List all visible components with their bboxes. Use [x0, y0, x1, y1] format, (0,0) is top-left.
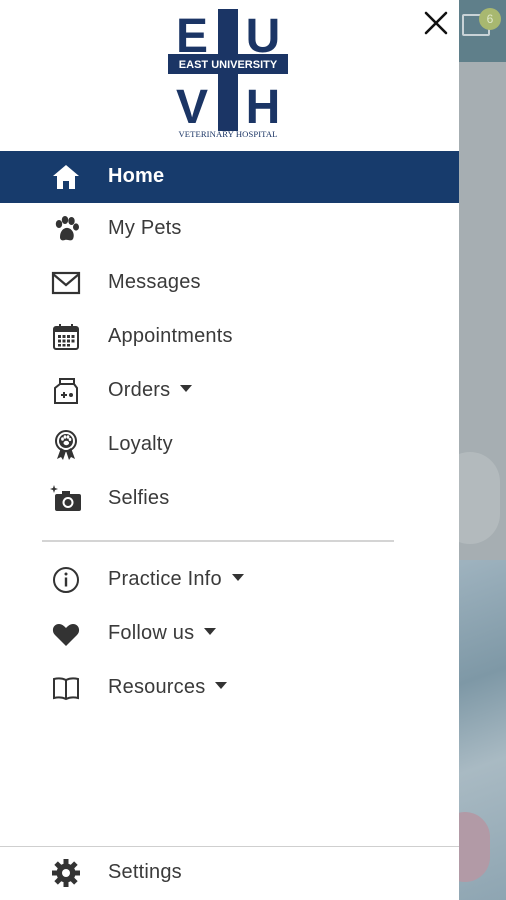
menu-item-orders-label: Orders — [108, 379, 193, 402]
background-message-badge: 6 — [479, 8, 501, 30]
menu-item-orders[interactable]: Orders — [0, 365, 459, 417]
chevron-down-icon — [231, 574, 244, 582]
info-icon — [53, 567, 79, 593]
logo-letter-h: H — [246, 81, 281, 134]
calendar-icon — [53, 324, 79, 350]
menu-item-home-label: Home — [108, 165, 165, 187]
menu-item-my-pets-label: My Pets — [108, 217, 182, 239]
menu-item-appointments-label: Appointments — [108, 325, 233, 347]
logo-letter-u: U — [246, 10, 281, 63]
menu-item-appointments[interactable]: Appointments — [0, 311, 459, 363]
menu-item-resources-label: Resources — [108, 676, 228, 699]
camera-icon — [50, 485, 81, 511]
logo-letter-v: V — [176, 81, 208, 134]
gear-icon — [52, 859, 80, 887]
envelope-icon — [51, 271, 81, 295]
menu-item-practice-info[interactable]: Practice Info — [0, 554, 459, 606]
menu-divider — [42, 540, 394, 542]
menu-item-loyalty-label: Loyalty — [108, 433, 173, 455]
menu-item-messages[interactable]: Messages — [0, 257, 459, 309]
navigation-drawer: E U V H EAST UNIVERSITY VETERINARY HOSPI… — [0, 0, 459, 900]
euvh-logo: E U V H EAST UNIVERSITY — [168, 9, 288, 134]
book-icon — [53, 677, 79, 701]
paw-ribbon-badge-icon — [55, 430, 77, 460]
heart-icon — [52, 624, 80, 646]
close-icon[interactable] — [421, 8, 451, 38]
menu-item-messages-label: Messages — [108, 271, 201, 293]
pet-food-bag-icon — [54, 378, 78, 404]
chevron-down-icon — [215, 682, 228, 690]
chevron-down-icon — [180, 385, 193, 393]
logo-caption: VETERINARY HOSPITAL — [178, 129, 278, 139]
menu-item-settings-label: Settings — [108, 861, 182, 883]
menu-item-follow-us[interactable]: Follow us — [0, 608, 459, 660]
menu-item-settings[interactable]: Settings — [0, 847, 459, 899]
paw-icon — [55, 216, 79, 241]
logo-band-text: EAST UNIVERSITY — [179, 59, 278, 71]
logo-letter-e: E — [176, 10, 208, 63]
menu-item-my-pets[interactable]: My Pets — [0, 203, 459, 255]
menu-item-selfies-label: Selfies — [108, 487, 170, 509]
chevron-down-icon — [204, 628, 217, 636]
home-icon — [53, 165, 79, 189]
menu-item-resources[interactable]: Resources — [0, 662, 459, 714]
menu-item-practice-info-label: Practice Info — [108, 568, 244, 591]
menu-item-follow-us-label: Follow us — [108, 622, 217, 645]
menu-item-selfies[interactable]: Selfies — [0, 473, 459, 525]
menu-item-home[interactable]: Home — [0, 151, 459, 203]
menu-item-loyalty[interactable]: Loyalty — [0, 419, 459, 471]
